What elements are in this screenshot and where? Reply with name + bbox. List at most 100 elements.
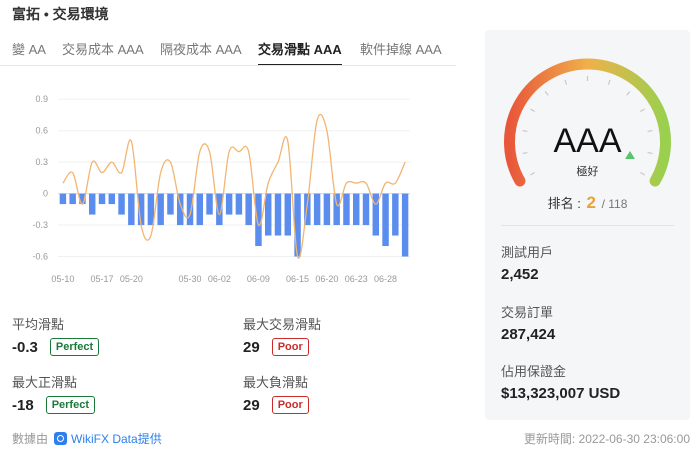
metric-label: 最大交易滑點 [243, 317, 322, 332]
stat-test-users: 測試用戶 2,452 [501, 242, 553, 283]
slippage-bar [362, 193, 370, 226]
slippage-bar [167, 193, 174, 215]
tab-software-disconnect[interactable]: 軟件掉線 AAA [360, 39, 442, 58]
metric-max-negative-slippage: 最大負滑點 29 Poor [243, 372, 309, 414]
y-tick-label: 0.6 [35, 126, 48, 136]
slippage-bar [98, 193, 106, 205]
wikifx-logo-icon [54, 432, 68, 445]
environment-summary-panel: AAA 極好 排名 : 2 / 118 測試用戶 2,452 交易訂單 287,… [485, 30, 690, 420]
rank-current: 2 [586, 193, 596, 212]
slippage-bar [294, 193, 301, 257]
x-tick-label: 05-17 [90, 274, 113, 284]
y-tick-label: 0 [43, 189, 48, 199]
gauge-tick [564, 79, 568, 85]
slippage-bar [128, 193, 135, 226]
y-tick-label: 0.9 [35, 94, 48, 104]
metric-value: 29 [243, 396, 260, 414]
slippage-bar [88, 193, 96, 215]
x-tick-label: 05-30 [178, 274, 201, 284]
slippage-bar [372, 193, 380, 236]
slippage-bar [157, 193, 164, 226]
rating-badge: Perfect [45, 396, 95, 414]
x-tick-label: 06-09 [247, 274, 270, 284]
slippage-bar [186, 193, 194, 226]
slippage-bar [382, 193, 389, 247]
slippage-bar [333, 193, 340, 226]
active-tab-indicator [258, 64, 342, 65]
x-tick-label: 06-28 [374, 274, 397, 284]
stat-orders: 交易訂單 287,424 [501, 302, 555, 343]
stat-label: 佔用保證金 [501, 364, 567, 379]
panel-divider [501, 225, 674, 226]
slippage-bar [313, 193, 321, 226]
slippage-bar [59, 193, 67, 205]
tab-bar: 變 AA 交易成本 AAA 隔夜成本 AAA 交易滑點 AAA 軟件掉線 AAA [0, 34, 456, 66]
rank-line: 排名 : 2 / 118 [485, 193, 690, 213]
x-tick-label: 05-20 [120, 274, 143, 284]
slippage-bar [284, 193, 292, 236]
slippage-chart: 0.9 0.6 0.3 0 -0.3 -0.6 05-10 05-17 05-20 05-30 06… [32, 94, 410, 284]
slippage-bar [108, 193, 116, 205]
slippage-bar [264, 193, 272, 236]
metric-label: 最大負滑點 [243, 375, 309, 390]
y-tick-label: -0.3 [32, 220, 48, 230]
rank-label: 排名 : [547, 196, 581, 211]
slippage-bar [216, 193, 223, 226]
metric-max-positive-slippage: 最大正滑點 -18 Perfect [12, 372, 95, 414]
rating-badge: Poor [271, 396, 309, 414]
gauge-tick [530, 108, 535, 113]
data-source-prefix: 數據由 [12, 432, 49, 446]
x-tick-label: 06-02 [208, 274, 231, 284]
rating-caption: 極好 [576, 166, 599, 178]
stat-value: $13,323,007 USD [501, 385, 621, 402]
metric-value: 29 [243, 338, 260, 356]
slippage-bar [323, 193, 331, 226]
rating-badge: Poor [271, 338, 309, 356]
slippage-bar [352, 193, 360, 226]
slippage-bar [206, 193, 213, 215]
metric-value: -0.3 [12, 338, 38, 356]
gauge-tick [640, 108, 645, 113]
slippage-bar [392, 193, 399, 236]
x-tick-label: 05-10 [51, 274, 74, 284]
data-provider-link[interactable]: WikiFX Data提供 [71, 430, 162, 447]
slippage-bar [343, 193, 350, 226]
stat-label: 交易訂單 [501, 305, 554, 320]
y-tick-label: 0.3 [35, 157, 48, 167]
slippage-bar [225, 193, 233, 215]
x-tick-label: 06-15 [286, 274, 309, 284]
slippage-bar [69, 193, 76, 205]
rank-total: / 118 [601, 197, 628, 211]
update-time: 更新時間: 2022-06-30 23:06:00 [523, 432, 690, 446]
metric-avg-slippage: 平均滑點 -0.3 Perfect [12, 314, 100, 356]
x-tick-label: 06-20 [315, 274, 338, 284]
slippage-bar [255, 193, 262, 247]
gauge-tick [544, 91, 549, 96]
slippage-bar [274, 193, 282, 236]
slippage-bar [401, 193, 409, 257]
tab-trading-slippage[interactable]: 交易滑點 AAA [258, 39, 342, 58]
metric-value: -18 [12, 396, 34, 414]
slippage-bar [245, 193, 252, 226]
stat-margin: 佔用保證金 $13,323,007 USD [501, 361, 620, 402]
tab-overnight-cost[interactable]: 隔夜成本 AAA [160, 39, 242, 58]
stat-value: 287,424 [501, 326, 556, 343]
y-tick-label: -0.6 [32, 252, 48, 262]
slippage-trend-line [62, 113, 406, 259]
slippage-bar [118, 193, 125, 215]
slippage-bar [235, 193, 243, 215]
rating-grade: AAA [553, 122, 622, 160]
tab-regulation[interactable]: 變 AA [12, 39, 46, 58]
stat-label: 測試用戶 [501, 245, 554, 260]
gauge-tick [607, 79, 611, 85]
metric-label: 最大正滑點 [12, 375, 78, 390]
gauge-marker-icon [625, 151, 635, 159]
data-source: 數據由 WikiFX Data提供 [12, 430, 162, 447]
stat-value: 2,452 [501, 266, 539, 283]
slippage-bar [196, 193, 204, 226]
x-tick-label: 06-23 [345, 274, 368, 284]
tab-trading-cost[interactable]: 交易成本 AAA [62, 39, 144, 58]
rating-badge: Perfect [49, 338, 100, 356]
metric-label: 平均滑點 [12, 317, 65, 332]
page-title: 富拓 • 交易環境 [12, 6, 109, 22]
